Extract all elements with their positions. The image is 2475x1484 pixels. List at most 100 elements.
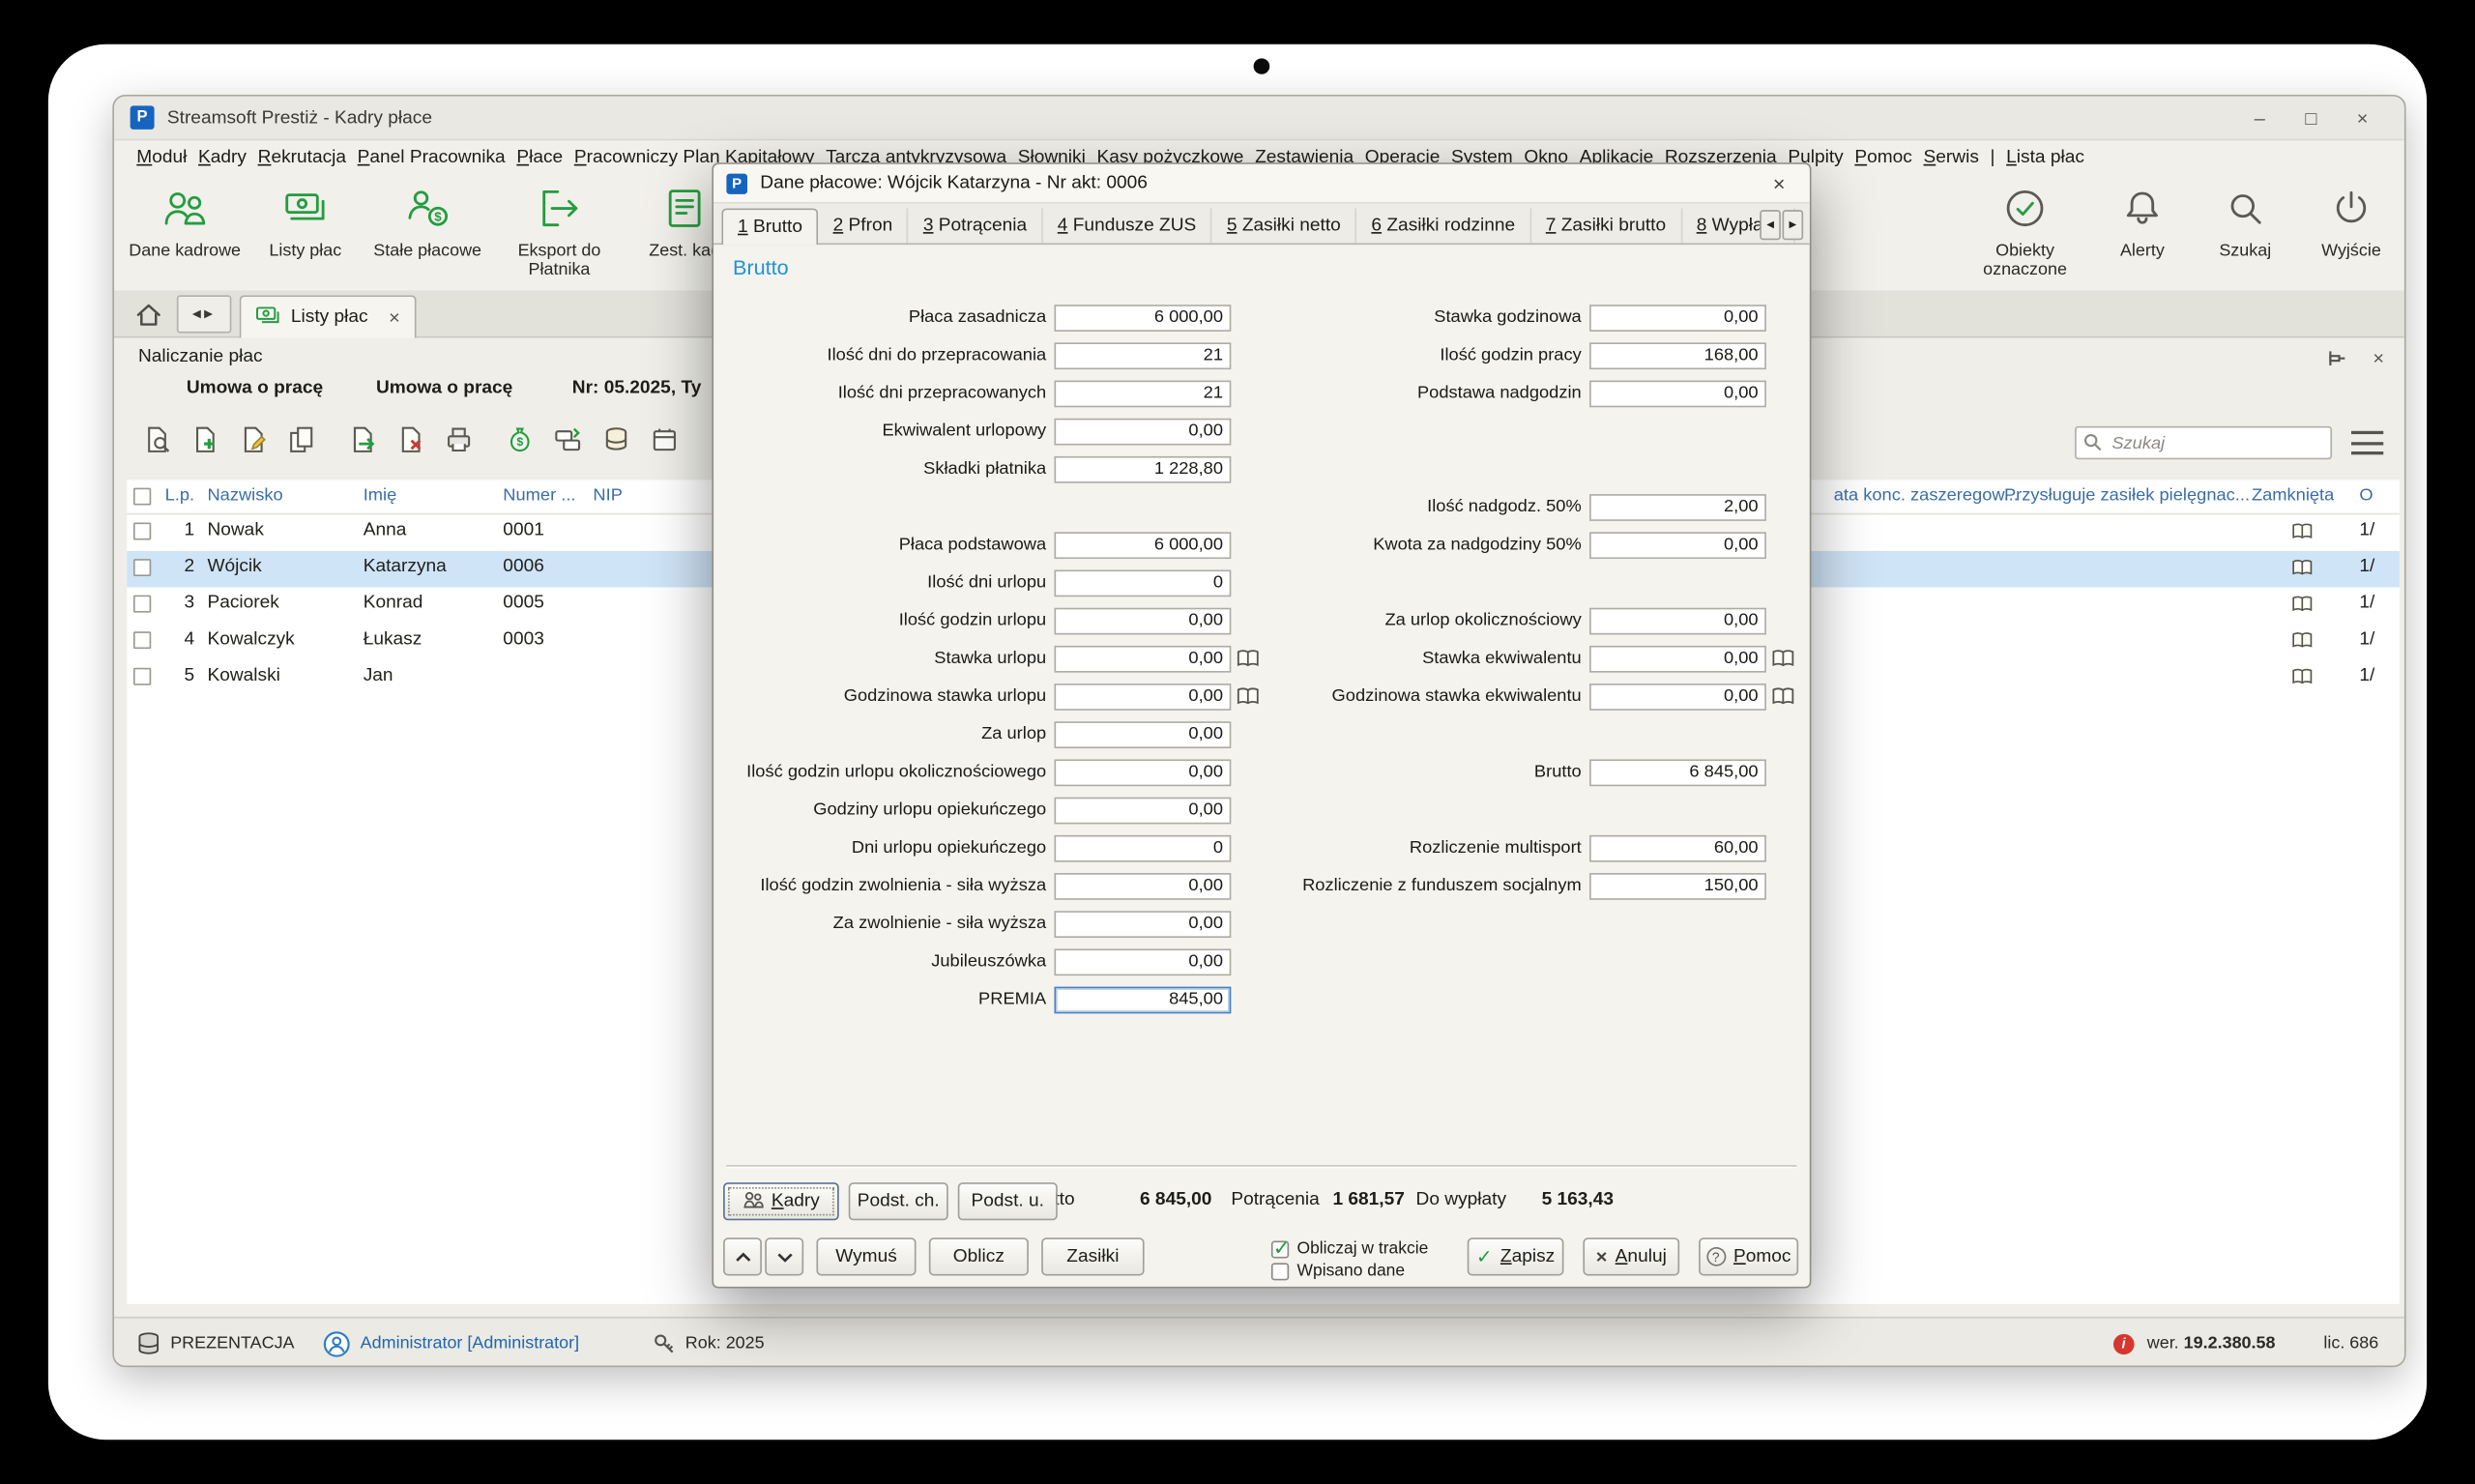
calendar-icon[interactable] <box>645 420 684 457</box>
field-input[interactable]: 0,00 <box>1589 645 1766 672</box>
checkbox-box[interactable] <box>1271 1240 1289 1258</box>
dialog-tab[interactable]: 4 Fundusze ZUS <box>1043 209 1212 244</box>
menu-item[interactable]: Moduł <box>136 149 187 168</box>
checkbox-box[interactable] <box>1271 1263 1289 1280</box>
field-input[interactable]: 0 <box>1054 834 1231 861</box>
field-input[interactable]: 0,00 <box>1589 380 1766 407</box>
dialog-tab[interactable]: 6 Zasiłki rodzinne <box>1356 209 1530 244</box>
maximize-button[interactable]: □ <box>2286 106 2337 129</box>
field-input[interactable]: 1 228,80 <box>1054 455 1231 482</box>
prev-record-button[interactable] <box>723 1237 762 1275</box>
pomoc-button[interactable]: Pomoc <box>1699 1237 1798 1275</box>
user-indicator[interactable]: Administrator [Administrator] <box>323 1330 579 1357</box>
field-input[interactable]: 6 000,00 <box>1054 304 1231 331</box>
field-input[interactable]: 0,00 <box>1589 304 1766 331</box>
menu-item[interactable]: Pomoc <box>1854 149 1912 168</box>
podst-u-button[interactable]: Podst. u. <box>958 1182 1058 1220</box>
tab-listy-plac[interactable]: Listy płac × <box>240 295 417 337</box>
podst-ch-button[interactable]: Podst. ch. <box>849 1182 948 1220</box>
dialog-tab[interactable]: 1 Brutto <box>721 209 818 246</box>
col-data-konc[interactable]: ata konc. zaszeregow... <box>1834 486 2019 506</box>
col-lp[interactable]: L.p. <box>146 486 194 506</box>
transfer-icon[interactable] <box>548 420 587 457</box>
hamburger-menu-icon[interactable] <box>2351 431 2383 454</box>
field-input[interactable]: 21 <box>1054 342 1231 369</box>
field-input[interactable]: 0,00 <box>1589 683 1766 710</box>
add-document-icon[interactable] <box>185 420 223 457</box>
col-nip[interactable]: NIP <box>593 486 622 506</box>
field-input[interactable]: 168,00 <box>1589 342 1766 369</box>
export-document-icon[interactable] <box>342 420 381 457</box>
checkbox-wpisano-dane[interactable]: Wpisano dane <box>1271 1262 1405 1281</box>
col-imie[interactable]: Imię <box>364 486 397 506</box>
dialog-tab[interactable]: 5 Zasiłki netto <box>1212 209 1357 244</box>
panel-close-icon[interactable]: × <box>2361 344 2397 372</box>
checkbox-obliczaj-w-trakcie[interactable]: Obliczaj w trakcie <box>1271 1239 1428 1259</box>
field-input[interactable]: 60,00 <box>1589 834 1766 861</box>
copy-document-icon[interactable] <box>281 420 320 457</box>
field-input[interactable]: 0 <box>1054 569 1231 597</box>
print-icon[interactable] <box>439 420 478 457</box>
preview-document-icon[interactable] <box>136 420 175 457</box>
field-input[interactable]: 0,00 <box>1054 607 1231 634</box>
tab-close-icon[interactable]: × <box>389 306 400 329</box>
dialog-tab[interactable]: 3 Potrącenia <box>909 209 1043 244</box>
field-input[interactable]: 0,00 <box>1054 948 1231 975</box>
toolbar-stale-placowe-button[interactable]: $ Stałe płacowe <box>364 185 490 279</box>
toolbar-eksport-platnik-button[interactable]: Eksport do Płatnika <box>500 185 619 279</box>
minimize-button[interactable]: – <box>2234 106 2286 129</box>
dialog-tab[interactable]: 7 Zasiłki brutto <box>1531 209 1682 244</box>
tab-scroll-left-icon[interactable]: ◀ <box>1760 210 1781 240</box>
col-zamknieta[interactable]: Zamknięta <box>2252 486 2334 506</box>
field-input[interactable]: 0,00 <box>1054 910 1231 937</box>
menu-item[interactable]: Kadry <box>198 149 247 168</box>
edit-document-icon[interactable] <box>233 420 272 457</box>
field-input[interactable]: 845,00 <box>1054 986 1231 1013</box>
menu-item[interactable]: Lista płac <box>2006 149 2084 168</box>
toolbar-obiekty-oznaczone-button[interactable]: Obiekty oznaczone <box>1967 185 2083 279</box>
field-input[interactable]: 0,00 <box>1589 531 1766 558</box>
field-input[interactable]: 0,00 <box>1054 872 1231 899</box>
field-input[interactable]: 0,00 <box>1054 683 1231 710</box>
oblicz-button[interactable]: Oblicz <box>929 1237 1029 1275</box>
menu-item[interactable]: Serwis <box>1924 149 1979 168</box>
menu-item[interactable]: Rekrutacja <box>258 149 346 168</box>
col-o[interactable]: O <box>2359 486 2373 506</box>
field-input[interactable]: 0,00 <box>1054 797 1231 824</box>
toolbar-dane-kadrowe-button[interactable]: Dane kadrowe <box>124 185 246 279</box>
field-input[interactable]: 150,00 <box>1589 872 1766 899</box>
lookup-book-icon[interactable] <box>1771 686 1795 706</box>
pin-icon[interactable] <box>2319 344 2355 372</box>
toolbar-listy-plac-button[interactable]: Listy płac <box>255 185 355 279</box>
wymus-button[interactable]: Wymuś <box>816 1237 916 1275</box>
col-nazwisko[interactable]: Nazwisko <box>207 486 282 506</box>
toolbar-szukaj-button[interactable]: Szukaj <box>2201 185 2288 279</box>
field-input[interactable]: 0,00 <box>1054 645 1231 672</box>
field-input[interactable]: 0,00 <box>1054 720 1231 747</box>
toolbar-wyjscie-button[interactable]: Wyjście <box>2305 185 2398 279</box>
lookup-book-icon[interactable] <box>1771 649 1795 668</box>
toolbar-alerty-button[interactable]: Alerty <box>2099 185 2186 279</box>
field-input[interactable]: 6 000,00 <box>1054 531 1231 558</box>
payroll-bag-icon[interactable]: $ <box>500 420 539 457</box>
zapisz-button[interactable]: ✓ Zapisz <box>1468 1237 1564 1275</box>
dialog-close-icon[interactable]: × <box>1762 171 1797 194</box>
field-input[interactable]: 2,00 <box>1589 493 1766 520</box>
field-input[interactable]: 6 845,00 <box>1589 759 1766 786</box>
field-input[interactable]: 0,00 <box>1054 418 1231 445</box>
field-input[interactable]: 21 <box>1054 380 1231 407</box>
tab-nav-arrows-button[interactable]: ◀▶ <box>177 295 232 333</box>
anuluj-button[interactable]: × Anuluj <box>1583 1237 1679 1275</box>
kadry-button[interactable]: Kadry <box>723 1182 839 1220</box>
col-numer[interactable]: Numer ... <box>503 486 575 506</box>
menu-item[interactable]: Płace <box>516 149 563 168</box>
zasilki-button[interactable]: Zasiłki <box>1041 1237 1144 1275</box>
field-input[interactable]: 0,00 <box>1054 759 1231 786</box>
dialog-tab[interactable]: 2 Pfron <box>819 209 909 244</box>
menu-item[interactable]: Panel Pracownika <box>358 149 506 168</box>
menu-item[interactable]: | <box>1991 149 1995 168</box>
info-icon[interactable] <box>2113 1333 2135 1353</box>
next-record-button[interactable] <box>765 1237 803 1275</box>
delete-document-icon[interactable] <box>391 420 429 457</box>
home-button[interactable] <box>127 295 168 333</box>
